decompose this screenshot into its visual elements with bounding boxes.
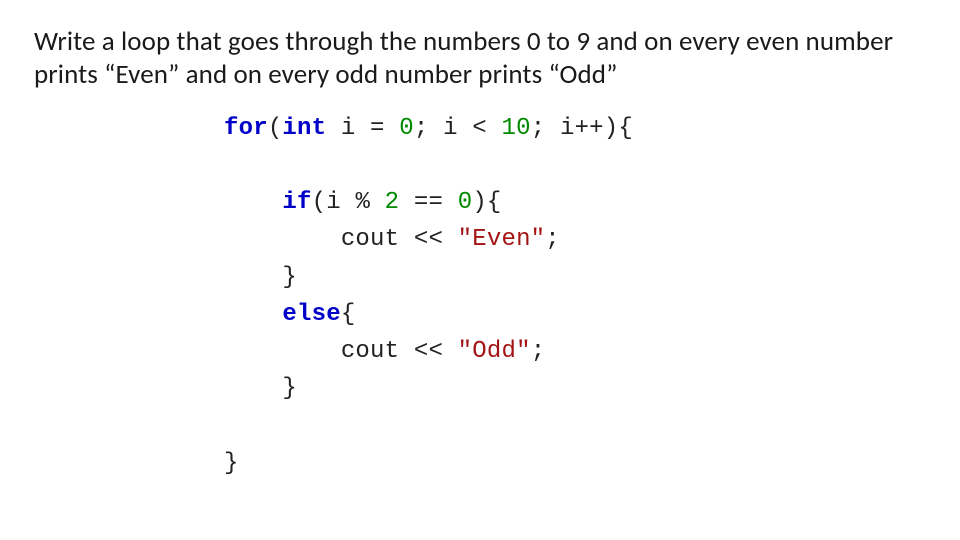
paren-close: ) [604, 115, 619, 142]
space [428, 115, 443, 142]
brace-close: } [224, 450, 239, 477]
var-i: i [326, 189, 341, 216]
paren-open: ( [268, 115, 283, 142]
code-block: for(int i = 0; i < 10; i++){ if(i % 2 ==… [224, 110, 926, 482]
op-mod: % [341, 189, 385, 216]
brace-open: { [618, 115, 633, 142]
num-eqzero: 0 [458, 189, 473, 216]
op-insert: << [399, 226, 457, 253]
var-i: i [443, 115, 458, 142]
paren-close: ) [472, 189, 487, 216]
string-even: "Even" [458, 226, 546, 253]
brace-close: } [282, 375, 297, 402]
keyword-for: for [224, 115, 268, 142]
string-odd: "Odd" [458, 338, 531, 365]
op-assign: = [355, 115, 399, 142]
paren-open: ( [312, 189, 327, 216]
cout: cout [341, 226, 399, 253]
op-eqeq: == [399, 189, 457, 216]
space [545, 115, 560, 142]
semicolon: ; [531, 115, 546, 142]
semicolon: ; [531, 338, 546, 365]
keyword-int: int [282, 115, 326, 142]
op-inc: ++ [575, 115, 604, 142]
op-insert: << [399, 338, 457, 365]
num-two: 2 [385, 189, 400, 216]
num-ten: 10 [502, 115, 531, 142]
op-lt: < [458, 115, 502, 142]
semicolon: ; [414, 115, 429, 142]
var-i: i [560, 115, 575, 142]
cout: cout [341, 338, 399, 365]
slide: Write a loop that goes through the numbe… [0, 0, 960, 540]
prompt-text: Write a loop that goes through the numbe… [34, 26, 926, 92]
num-zero: 0 [399, 115, 414, 142]
keyword-else: else [282, 301, 340, 328]
brace-close: } [282, 264, 297, 291]
var-i: i [341, 115, 356, 142]
brace-open: { [341, 301, 356, 328]
semicolon: ; [545, 226, 560, 253]
space [326, 115, 341, 142]
brace-open: { [487, 189, 502, 216]
keyword-if: if [282, 189, 311, 216]
